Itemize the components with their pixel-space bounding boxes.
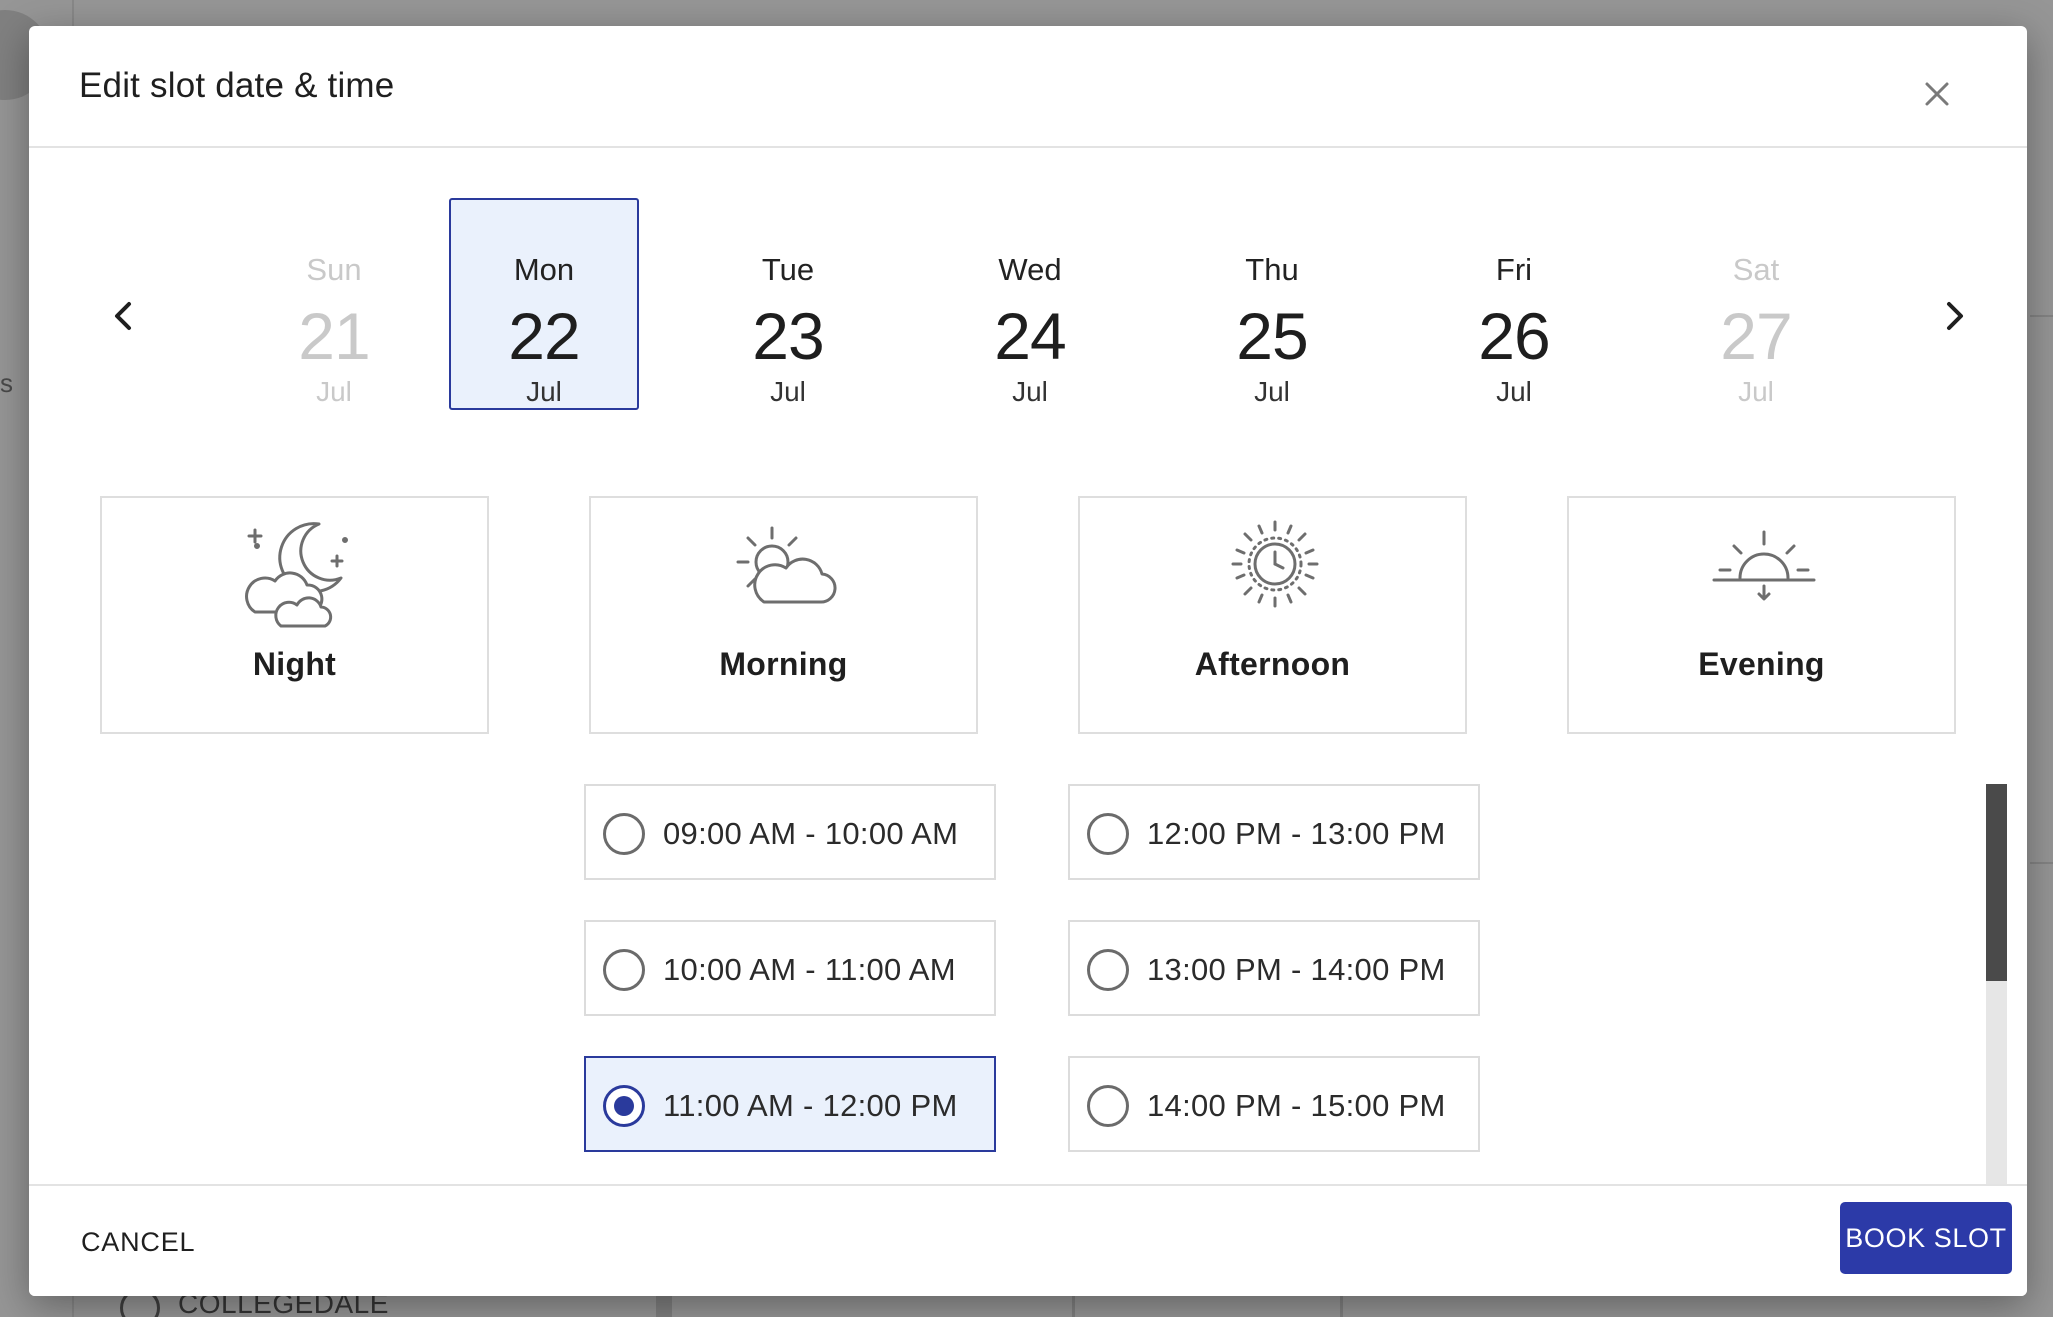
day-name: Fri	[1495, 252, 1533, 287]
day-month: Jul	[1254, 376, 1290, 407]
day-month: Jul	[770, 376, 806, 407]
slot-label: 12:00 PM - 13:00 PM	[1147, 816, 1446, 851]
next-week-button[interactable]	[1929, 286, 1979, 346]
period-label: Night	[252, 646, 337, 682]
period-evening-card[interactable]: Evening	[1567, 496, 1956, 734]
sunset-icon	[1712, 530, 1816, 601]
period-label: Morning	[719, 646, 848, 682]
day-name: Wed	[998, 252, 1062, 287]
day-number: 22	[508, 299, 580, 373]
close-icon	[1925, 82, 1949, 106]
day-wed-24[interactable]: Wed 24 Jul	[935, 198, 1125, 410]
period-night-card[interactable]: Night	[100, 496, 489, 734]
slot-12-13[interactable]: 12:00 PM - 13:00 PM	[1068, 784, 1480, 880]
slot-label: 13:00 PM - 14:00 PM	[1147, 952, 1446, 987]
radio-button[interactable]	[603, 949, 645, 991]
day-tue-23[interactable]: Tue 23 Jul	[693, 198, 883, 410]
radio-button[interactable]	[1087, 949, 1129, 991]
radio-button[interactable]	[603, 813, 645, 855]
day-month: Jul	[316, 376, 352, 407]
day-thu-25[interactable]: Thu 25 Jul	[1177, 198, 1367, 410]
dialog-footer: CANCEL BOOK SLOT	[29, 1184, 2027, 1296]
chevron-right-icon	[1947, 302, 1963, 330]
day-name: Sun	[306, 252, 362, 287]
day-month: Jul	[1496, 376, 1532, 407]
radio-button[interactable]	[1087, 1085, 1129, 1127]
slot-13-14[interactable]: 13:00 PM - 14:00 PM	[1068, 920, 1480, 1016]
close-button[interactable]	[1915, 72, 1959, 116]
day-month: Jul	[1738, 376, 1774, 407]
edit-slot-dialog: Edit slot date & time Sun 21 Jul Mon 22 …	[29, 26, 2027, 1296]
day-number: 23	[752, 299, 824, 373]
slot-10-11[interactable]: 10:00 AM - 11:00 AM	[584, 920, 996, 1016]
day-month: Jul	[526, 376, 562, 407]
day-number: 25	[1236, 299, 1308, 373]
cancel-button[interactable]: CANCEL	[71, 1214, 205, 1270]
previous-week-button[interactable]	[99, 286, 149, 346]
day-number: 24	[994, 299, 1066, 373]
dialog-header: Edit slot date & time	[29, 26, 2027, 148]
slot-label: 10:00 AM - 11:00 AM	[663, 952, 956, 987]
day-name: Sat	[1732, 252, 1780, 287]
day-fri-26[interactable]: Fri 26 Jul	[1419, 198, 1609, 410]
chevron-left-icon	[115, 302, 131, 330]
period-label: Afternoon	[1194, 646, 1351, 682]
day-name: Thu	[1245, 252, 1299, 287]
day-month: Jul	[1012, 376, 1048, 407]
sun-cloud-icon	[736, 526, 837, 604]
slot-label: 14:00 PM - 15:00 PM	[1147, 1088, 1446, 1123]
slot-11-12[interactable]: 11:00 AM - 12:00 PM	[584, 1056, 996, 1152]
book-slot-button[interactable]: BOOK SLOT	[1840, 1202, 2012, 1274]
radio-button[interactable]	[603, 1085, 645, 1127]
slot-09-10[interactable]: 09:00 AM - 10:00 AM	[584, 784, 996, 880]
day-mon-22[interactable]: Mon 22 Jul	[449, 198, 639, 410]
period-morning-card[interactable]: Morning	[589, 496, 978, 734]
moon-cloud-icon	[245, 522, 348, 628]
scrollbar-thumb[interactable]	[1986, 784, 2007, 981]
dialog-title: Edit slot date & time	[79, 66, 395, 105]
period-label: Evening	[1698, 646, 1825, 682]
slot-14-15[interactable]: 14:00 PM - 15:00 PM	[1068, 1056, 1480, 1152]
day-number: 26	[1478, 299, 1550, 373]
day-sun-21: Sun 21 Jul	[239, 198, 429, 410]
slot-label: 09:00 AM - 10:00 AM	[663, 816, 959, 851]
day-name: Mon	[513, 252, 575, 287]
day-number: 21	[298, 299, 370, 373]
period-afternoon-card[interactable]: Afternoon	[1078, 496, 1467, 734]
slot-label: 11:00 AM - 12:00 PM	[663, 1088, 958, 1123]
radio-button[interactable]	[1087, 813, 1129, 855]
day-name: Tue	[761, 252, 815, 287]
day-number: 27	[1720, 299, 1792, 373]
sun-clock-icon	[1231, 520, 1319, 608]
day-sat-27: Sat 27 Jul	[1661, 198, 1851, 410]
